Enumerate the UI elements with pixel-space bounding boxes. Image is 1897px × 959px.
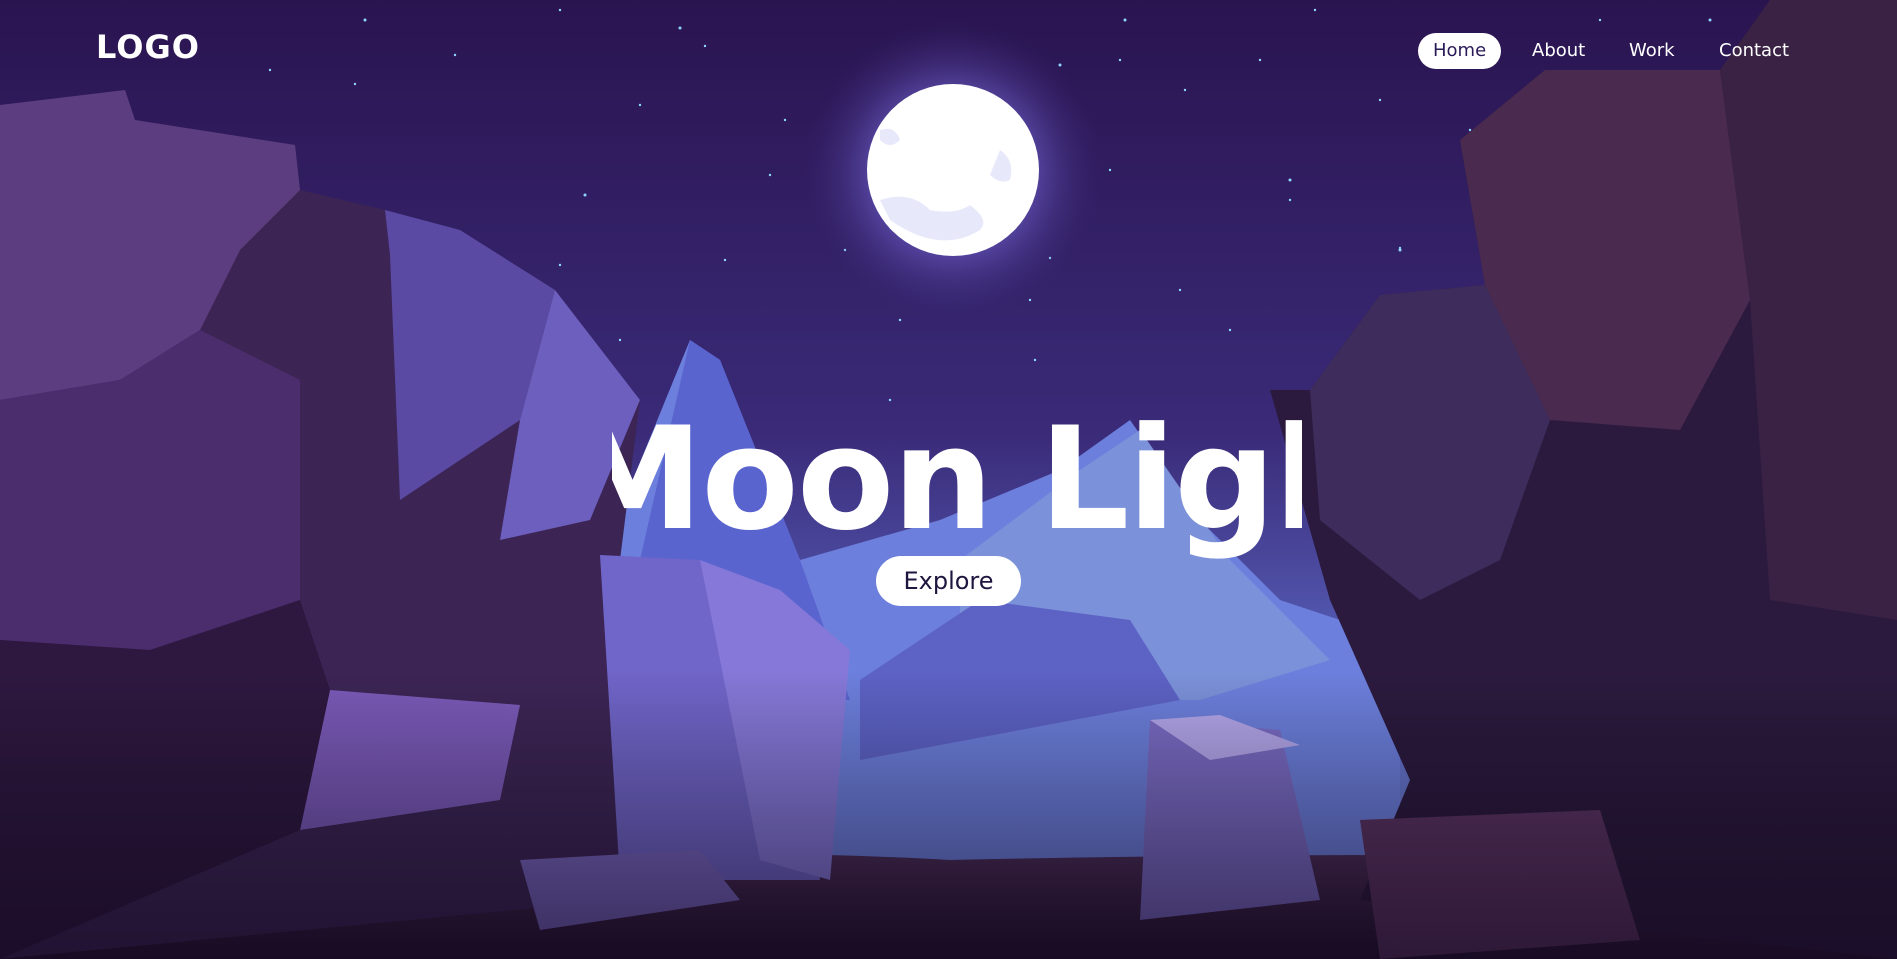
hero-title: Moon Light (612, 397, 1302, 562)
nav-item-home[interactable]: Home (1418, 33, 1502, 69)
explore-button[interactable]: Explore (876, 556, 1021, 606)
nav-item-work[interactable]: Work (1614, 33, 1690, 69)
landing-page: LOGO Home About Work Contact Moon Light … (0, 0, 1897, 959)
nav-item-contact[interactable]: Contact (1704, 33, 1804, 69)
main-nav: Home About Work Contact (0, 33, 1897, 69)
nav-item-about[interactable]: About (1517, 33, 1600, 69)
